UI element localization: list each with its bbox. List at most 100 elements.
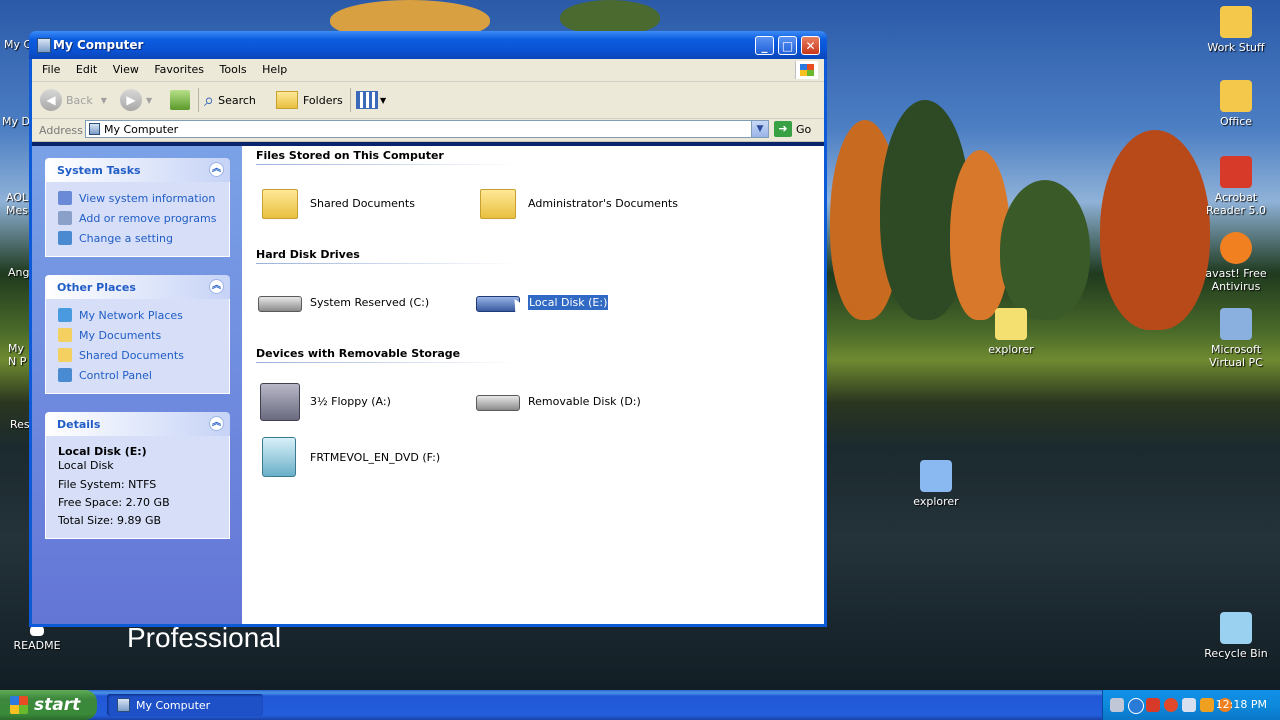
- folders-button[interactable]: Folders: [276, 88, 343, 112]
- wireless-icon[interactable]: [1182, 698, 1196, 712]
- title-bar[interactable]: My Computer _ □ ✕: [29, 31, 827, 59]
- item-label: Removable Disk (D:): [528, 394, 641, 408]
- up-button[interactable]: [170, 88, 190, 112]
- system-tasks-title: System Tasks: [57, 164, 141, 177]
- task-view-system-information[interactable]: View system information: [58, 188, 229, 208]
- desktop-icon-explorer[interactable]: explorer: [975, 308, 1047, 356]
- task-label: View system information: [79, 191, 216, 205]
- toolbar-separator: [198, 88, 199, 112]
- menu-edit[interactable]: Edit: [70, 59, 103, 80]
- menu-file[interactable]: File: [36, 59, 66, 80]
- taskbar-button-my-computer[interactable]: My Computer: [107, 694, 263, 716]
- toolbar-separator: [350, 88, 351, 112]
- details-header[interactable]: Details ︽: [45, 412, 230, 436]
- info-icon: [58, 191, 72, 205]
- computer-icon: [89, 123, 100, 135]
- search-button[interactable]: ⌕ Search: [204, 88, 256, 112]
- desktop-icon-recycle-bin[interactable]: Recycle Bin: [1200, 612, 1272, 660]
- desktop-icon-label[interactable]: My N P: [8, 342, 30, 368]
- maximize-button[interactable]: □: [778, 36, 797, 55]
- item-administrators-documents[interactable]: Administrator's Documents: [476, 183, 678, 223]
- desktop-icon-label: avast! Free Antivirus: [1205, 267, 1267, 293]
- address-input[interactable]: My Computer ▼: [85, 120, 769, 138]
- floppy-drive-icon: [258, 381, 302, 421]
- forward-arrow-icon: ▶: [120, 89, 142, 111]
- system-tasks-header[interactable]: System Tasks ︽: [45, 158, 230, 182]
- back-arrow-icon: ◀: [40, 89, 62, 111]
- other-places-title: Other Places: [57, 281, 136, 294]
- back-button[interactable]: ◀ Back ▼: [40, 88, 107, 112]
- place-shared-documents[interactable]: Shared Documents: [58, 345, 229, 365]
- go-button[interactable]: ➜ Go: [774, 121, 811, 137]
- place-my-documents[interactable]: My Documents: [58, 325, 229, 345]
- up-folder-icon: [170, 90, 190, 110]
- network-icon: [58, 308, 72, 322]
- item-label: FRTMEVOL_EN_DVD (F:): [310, 450, 441, 464]
- tree-foliage: [1000, 180, 1090, 320]
- desktop-icon-label[interactable]: AOL Mes: [6, 191, 28, 217]
- shield-icon[interactable]: [1146, 698, 1160, 712]
- item-dvd-f[interactable]: FRTMEVOL_EN_DVD (F:): [258, 437, 440, 477]
- search-icon: ⌕: [204, 89, 215, 111]
- task-pane: System Tasks ︽ View system information A…: [32, 146, 242, 624]
- menu-favorites[interactable]: Favorites: [148, 59, 210, 80]
- collapse-icon[interactable]: ︽: [209, 416, 224, 431]
- computer-icon: [37, 38, 51, 53]
- computer-icon: [117, 698, 130, 712]
- clock[interactable]: 12:18 PM: [1216, 698, 1267, 711]
- item-label: System Reserved (C:): [310, 295, 430, 309]
- task-change-setting[interactable]: Change a setting: [58, 228, 229, 248]
- window-title: My Computer: [53, 38, 144, 52]
- forward-button[interactable]: ▶ ▼: [120, 88, 152, 112]
- details-file-system: File System: NTFS: [58, 478, 157, 491]
- menu-view[interactable]: View: [107, 59, 145, 80]
- desktop-icon-acrobat[interactable]: Acrobat Reader 5.0: [1200, 156, 1272, 217]
- chevron-down-icon[interactable]: ▼: [751, 121, 768, 137]
- control-panel-icon: [58, 368, 72, 382]
- task-label: Add or remove programs: [79, 211, 217, 225]
- item-removable-disk-d[interactable]: Removable Disk (D:): [476, 381, 641, 421]
- folder-icon: [476, 183, 520, 223]
- running-man-icon[interactable]: [1200, 698, 1214, 712]
- place-my-network-places[interactable]: My Network Places: [58, 305, 229, 325]
- start-button[interactable]: start: [0, 690, 97, 720]
- explorer-icon: [920, 460, 952, 492]
- security-alert-icon[interactable]: [1164, 698, 1178, 712]
- close-button[interactable]: ✕: [801, 36, 820, 55]
- folders-icon: [276, 91, 298, 109]
- item-label: Shared Documents: [310, 196, 415, 210]
- item-system-reserved-c[interactable]: System Reserved (C:): [258, 282, 429, 322]
- minimize-button[interactable]: _: [755, 36, 774, 55]
- views-button[interactable]: ▼: [356, 88, 386, 112]
- item-floppy-a[interactable]: 3½ Floppy (A:): [258, 381, 391, 421]
- tree-foliage: [560, 0, 660, 35]
- other-places-header[interactable]: Other Places ︽: [45, 275, 230, 299]
- desktop-icon-avast[interactable]: avast! Free Antivirus: [1200, 232, 1272, 293]
- desktop-icon-virtual-pc[interactable]: Microsoft Virtual PC: [1200, 308, 1272, 369]
- desktop-icon-label: README: [13, 639, 61, 652]
- task-add-remove-programs[interactable]: Add or remove programs: [58, 208, 229, 228]
- collapse-icon[interactable]: ︽: [209, 279, 224, 294]
- place-label: Control Panel: [79, 368, 152, 382]
- desktop-icon-office[interactable]: Office: [1200, 80, 1272, 128]
- address-label: Address: [39, 124, 83, 137]
- menu-help[interactable]: Help: [256, 59, 293, 80]
- my-computer-window: My Computer _ □ ✕ File Edit View Favorit…: [29, 31, 827, 627]
- window-body: System Tasks ︽ View system information A…: [32, 146, 824, 624]
- desktop-icon-work-stuff[interactable]: Work Stuff: [1200, 6, 1272, 54]
- desktop-icon-label[interactable]: My C: [4, 38, 31, 51]
- place-control-panel[interactable]: Control Panel: [58, 365, 229, 385]
- menu-tools[interactable]: Tools: [214, 59, 253, 80]
- item-shared-documents[interactable]: Shared Documents: [258, 183, 415, 223]
- pen-icon[interactable]: [1110, 698, 1124, 712]
- desktop-icon-readme[interactable]: README: [1, 626, 73, 652]
- collapse-icon[interactable]: ︽: [209, 162, 224, 177]
- explorer-icon: [995, 308, 1027, 340]
- desktop-icon-explorer[interactable]: explorer: [900, 460, 972, 508]
- desktop-icon-label[interactable]: Res: [10, 418, 30, 431]
- desktop-icon-label[interactable]: Ang: [8, 266, 29, 279]
- folder-icon: [258, 183, 302, 223]
- network-icon[interactable]: [1128, 698, 1144, 714]
- item-local-disk-e[interactable]: Local Disk (E:): [476, 282, 610, 322]
- document-icon: [30, 626, 44, 636]
